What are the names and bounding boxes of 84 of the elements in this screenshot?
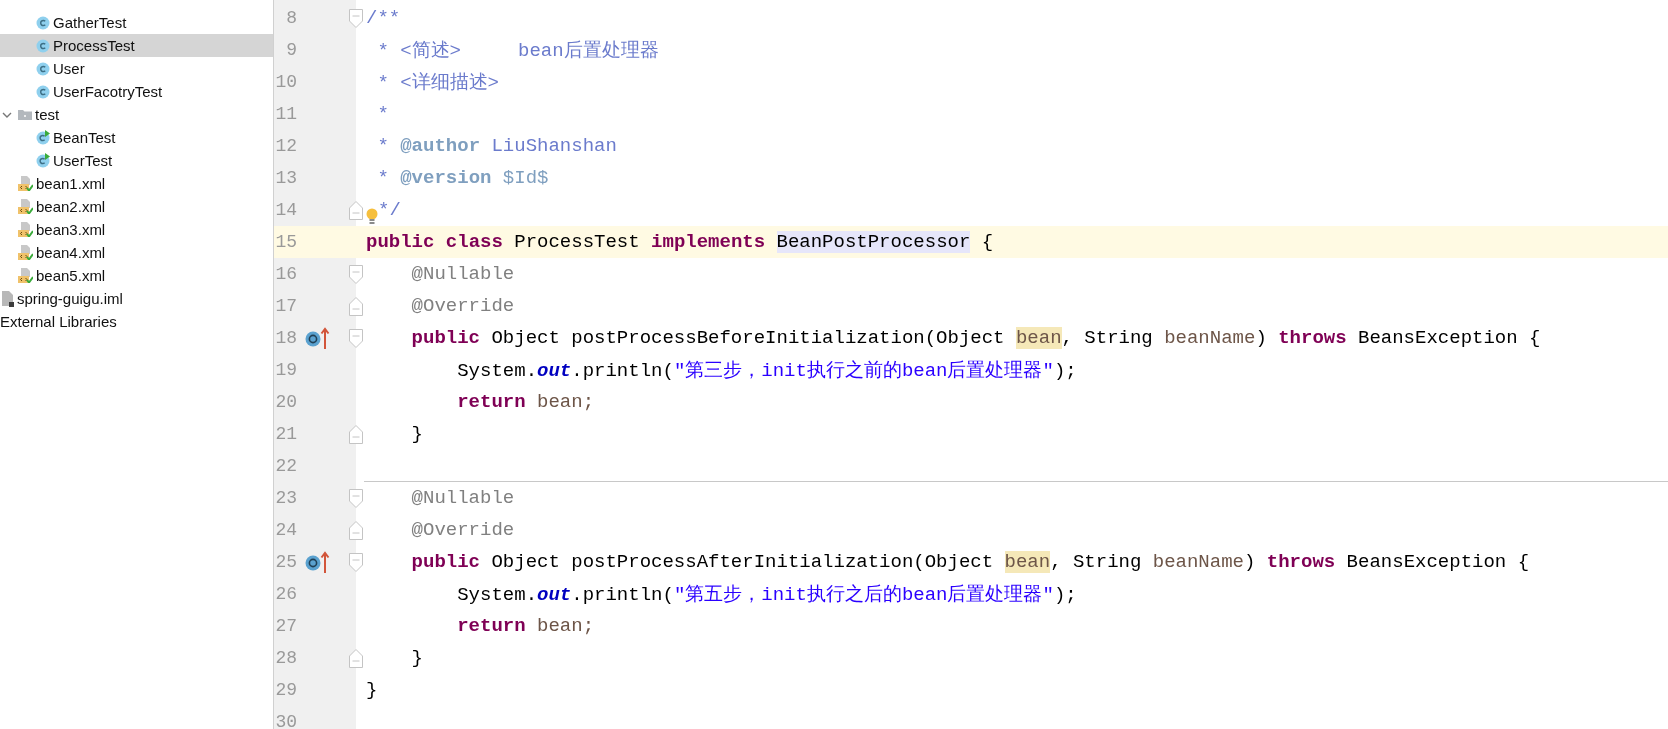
module-file-icon bbox=[0, 290, 14, 307]
line-number: 27 bbox=[274, 616, 297, 636]
code-line: */ bbox=[378, 199, 401, 221]
test-class-icon bbox=[36, 130, 50, 145]
code-line: * <简述> bean后置处理器 bbox=[376, 39, 659, 63]
fold-start-icon bbox=[349, 264, 363, 284]
line-number: 12 bbox=[274, 136, 297, 156]
fold-start-icon bbox=[349, 8, 363, 28]
test-class-icon bbox=[36, 153, 50, 168]
line-number: 25 bbox=[274, 552, 297, 572]
fold-start-icon bbox=[349, 552, 363, 572]
code-line: public Object postProcessBeforeInitialization(Object bean, String beanName) throws BeansException { bbox=[410, 327, 1541, 349]
code-line: System.out.println("第五步，init执行之后的bean后置处理器"); bbox=[456, 583, 1077, 607]
line-number: 17 bbox=[274, 296, 297, 316]
line-number: 26 bbox=[274, 584, 297, 604]
xml-file-icon bbox=[18, 199, 33, 214]
xml-file-icon bbox=[18, 268, 33, 283]
line-number: 18 bbox=[274, 328, 297, 348]
line-number: 23 bbox=[274, 488, 297, 508]
code-line: * <详细描述> bbox=[376, 71, 499, 95]
line-number: 30 bbox=[274, 712, 297, 729]
code-line: return bean; bbox=[456, 615, 595, 637]
xml-file-icon bbox=[18, 176, 33, 191]
line-number: 8 bbox=[285, 8, 297, 28]
code-line: * bbox=[376, 103, 389, 125]
line-number: 19 bbox=[274, 360, 297, 380]
xml-file-icon bbox=[18, 222, 33, 237]
tree-item[interactable]: spring-guigu.iml bbox=[0, 287, 273, 310]
fold-start-icon bbox=[349, 488, 363, 508]
code-line: @Nullable bbox=[410, 487, 515, 509]
override-marker-icon bbox=[305, 326, 330, 350]
xml-file-icon bbox=[18, 245, 33, 260]
code-line: } bbox=[410, 423, 423, 445]
line-number: 21 bbox=[274, 424, 297, 444]
tree-item[interactable]: User bbox=[0, 57, 273, 80]
line-number: 24 bbox=[274, 520, 297, 540]
fold-end-icon bbox=[349, 200, 363, 220]
line-number: 9 bbox=[285, 40, 297, 60]
code-line: * @version $Id$ bbox=[376, 167, 549, 189]
line-number: 22 bbox=[274, 456, 297, 476]
tree-item[interactable]: UserFacotryTest bbox=[0, 80, 273, 103]
line-number: 14 bbox=[274, 200, 297, 220]
line-number: 16 bbox=[274, 264, 297, 284]
tree-item[interactable]: GatherTest bbox=[0, 11, 273, 34]
fold-start-icon bbox=[349, 328, 363, 348]
tree-item[interactable]: UserTest bbox=[0, 149, 273, 172]
tree-item[interactable]: bean3.xml bbox=[0, 218, 273, 241]
code-line: * @author LiuShanshan bbox=[376, 135, 617, 157]
code-line: @Override bbox=[410, 295, 515, 317]
folder-icon bbox=[18, 108, 32, 121]
code-line: } bbox=[410, 647, 423, 669]
fold-end-icon bbox=[349, 296, 363, 316]
line-number: 10 bbox=[274, 72, 297, 92]
class-icon bbox=[36, 15, 50, 30]
tree-item[interactable]: External Libraries bbox=[0, 310, 273, 333]
code-line: /** bbox=[366, 7, 401, 29]
tree-item[interactable]: ProcessTest bbox=[0, 34, 273, 57]
override-marker-icon bbox=[305, 550, 330, 574]
code-line: } bbox=[366, 679, 378, 701]
tree-item[interactable]: bean1.xml bbox=[0, 172, 273, 195]
fold-end-icon bbox=[349, 424, 363, 444]
line-number: 13 bbox=[274, 168, 297, 188]
code-line: @Override bbox=[410, 519, 515, 541]
class-icon bbox=[36, 38, 50, 53]
line-number: 11 bbox=[274, 104, 297, 124]
lightbulb-icon bbox=[366, 208, 378, 224]
line-number: 28 bbox=[274, 648, 297, 668]
tree-item[interactable]: BeanTest bbox=[0, 126, 273, 149]
class-icon bbox=[36, 61, 50, 76]
line-number: 15 bbox=[274, 232, 297, 252]
tree-item[interactable]: bean2.xml bbox=[0, 195, 273, 218]
tree-item[interactable]: bean5.xml bbox=[0, 264, 273, 287]
code-line: @Nullable bbox=[410, 263, 515, 285]
tree-item[interactable]: test bbox=[0, 103, 273, 126]
line-number: 29 bbox=[274, 680, 297, 700]
code-line: public class ProcessTest implements BeanPostProcessor { bbox=[366, 231, 994, 253]
line-number: 20 bbox=[274, 392, 297, 412]
fold-end-icon bbox=[349, 520, 363, 540]
code-line: System.out.println("第三步，init执行之前的bean后置处理器"); bbox=[456, 359, 1077, 383]
fold-end-icon bbox=[349, 648, 363, 668]
code-line: return bean; bbox=[456, 391, 595, 413]
code-line: public Object postProcessAfterInitialization(Object bean, String beanName) throws BeansException { bbox=[410, 551, 1530, 573]
class-icon bbox=[36, 84, 50, 99]
tree-item[interactable]: bean4.xml bbox=[0, 241, 273, 264]
